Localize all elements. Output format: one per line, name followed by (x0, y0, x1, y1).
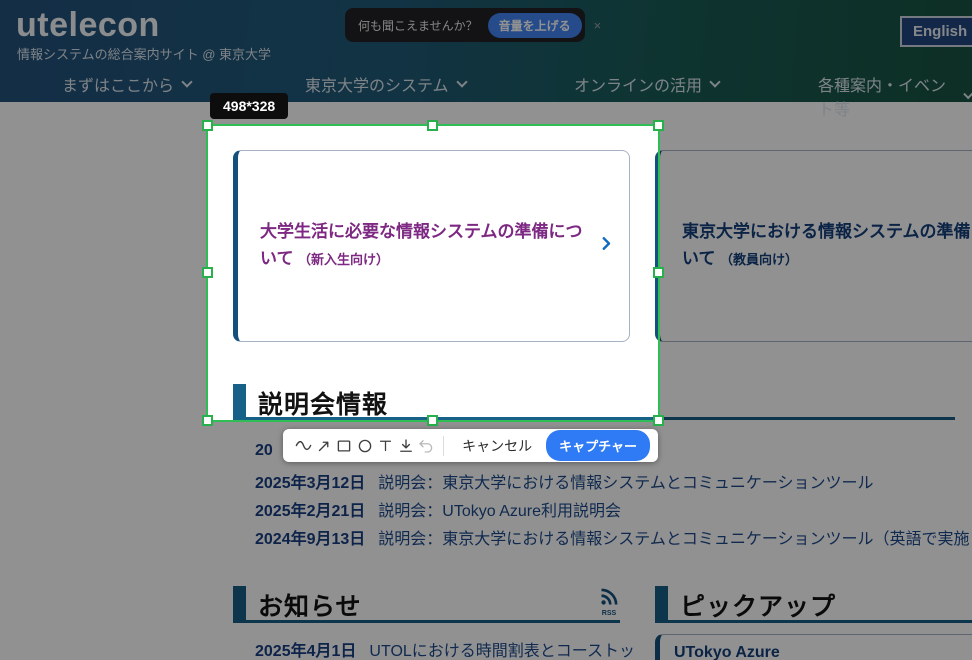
nav-item-guides-events[interactable]: 各種案内・イベント等 (818, 72, 972, 120)
news-date: 2025年4月1日 (255, 637, 356, 660)
wave-icon (294, 436, 313, 455)
nav-item-online-usage[interactable]: オンラインの活用 (574, 72, 719, 96)
card-faculty[interactable]: 東京大学における情報システムの準備について （教員向け） (655, 150, 972, 342)
toast-message: 何も聞こえませんか？ (358, 17, 478, 34)
capture-toolbar: キャンセル キャプチャー (283, 429, 658, 462)
card-audience: （教員向け） (720, 252, 798, 267)
audio-notification-toast: 何も聞こえませんか？ 音量を上げる × (345, 8, 585, 42)
download-icon (397, 437, 415, 455)
selection-dimensions-badge: 498*328 (210, 93, 288, 119)
session-link[interactable]: 説明会：東京大学における情報システムとコミュニケーションツール (378, 469, 873, 493)
session-row: 2024年9月13日 説明会：東京大学における情報システムとコミュニケーションツ… (255, 525, 970, 549)
cancel-button[interactable]: キャンセル (453, 436, 541, 456)
rss-icon (599, 587, 619, 607)
nav-item-utokyo-systems[interactable]: 東京大学のシステム (305, 72, 466, 96)
session-link[interactable]: 説明会：UTokyo Azure利用説明会 (378, 497, 621, 521)
text-icon (377, 437, 394, 454)
capture-button[interactable]: キャプチャー (546, 430, 650, 461)
resize-handle-bottom-middle[interactable] (427, 415, 438, 426)
download-button[interactable] (395, 432, 415, 459)
capture-selection-region[interactable] (206, 124, 660, 422)
news-heading: お知らせ (258, 587, 362, 623)
session-row: 2025年3月12日 説明会：東京大学における情報システムとコミュニケーションツ… (255, 469, 874, 493)
circle-icon (356, 437, 374, 455)
session-date: 2025年2月21日 (255, 497, 365, 521)
resize-handle-middle-left[interactable] (202, 267, 213, 278)
nav-item-label: まずはここから (62, 72, 174, 96)
rectangle-draw-tool-button[interactable] (334, 432, 354, 459)
language-english-button[interactable]: English (900, 16, 972, 47)
resize-handle-bottom-right[interactable] (653, 415, 664, 426)
close-icon[interactable]: × (594, 18, 602, 33)
session-row: 2025年2月21日 説明会：UTokyo Azure利用説明会 (255, 497, 621, 521)
nav-item-start-here[interactable]: まずはここから (62, 72, 191, 96)
resize-handle-middle-right[interactable] (653, 267, 664, 278)
session-date: 2025年3月12日 (255, 469, 365, 493)
pickup-card-title: UTokyo Azure (674, 644, 972, 660)
resize-handle-top-left[interactable] (202, 120, 213, 131)
heading-rule (233, 620, 620, 623)
wave-draw-tool-button[interactable] (293, 432, 313, 459)
session-date: 20 (255, 442, 273, 460)
site-logo[interactable]: utelecon (16, 6, 160, 45)
chevron-down-icon (963, 89, 972, 100)
news-row: 2025年4月1日 UTOLにおける時間割表とコーストッ (255, 637, 635, 660)
heading-accent-bar (233, 586, 246, 621)
volume-up-button[interactable]: 音量を上げる (488, 13, 582, 38)
session-date: 2024年9月13日 (255, 525, 365, 549)
resize-handle-top-middle[interactable] (427, 120, 438, 131)
session-link[interactable]: 説明会：東京大学における情報システムとコミュニケーションツール（英語で実施 (378, 525, 969, 549)
toolbar-divider (443, 436, 444, 456)
rss-feed-link[interactable]: RSS (596, 587, 622, 617)
heading-accent-bar (655, 586, 668, 621)
ellipse-draw-tool-button[interactable] (354, 432, 374, 459)
nav-item-label: オンラインの活用 (574, 72, 702, 96)
arrow-draw-tool-button[interactable] (313, 432, 333, 459)
session-row-partial: 20 (255, 442, 273, 460)
undo-button[interactable] (416, 432, 436, 459)
pickup-card-utokyo-azure[interactable]: UTokyo Azure (655, 634, 972, 660)
chevron-down-icon (456, 76, 467, 87)
rss-label: RSS (596, 610, 622, 617)
resize-handle-bottom-left[interactable] (202, 415, 213, 426)
pickup-heading: ピックアップ (680, 587, 836, 623)
rectangle-icon (335, 437, 353, 455)
nav-item-label: 東京大学のシステム (305, 72, 449, 96)
nav-item-label: 各種案内・イベント等 (818, 72, 956, 120)
heading-rule (655, 620, 972, 623)
resize-handle-top-right[interactable] (653, 120, 664, 131)
chevron-down-icon (709, 76, 720, 87)
site-tagline: 情報システムの総合案内サイト @ 東京大学 (17, 44, 271, 63)
news-link[interactable]: UTOLにおける時間割表とコーストッ (369, 637, 635, 660)
undo-icon (417, 437, 435, 455)
arrow-icon (315, 437, 333, 455)
text-tool-button[interactable] (375, 432, 395, 459)
chevron-down-icon (181, 76, 192, 87)
